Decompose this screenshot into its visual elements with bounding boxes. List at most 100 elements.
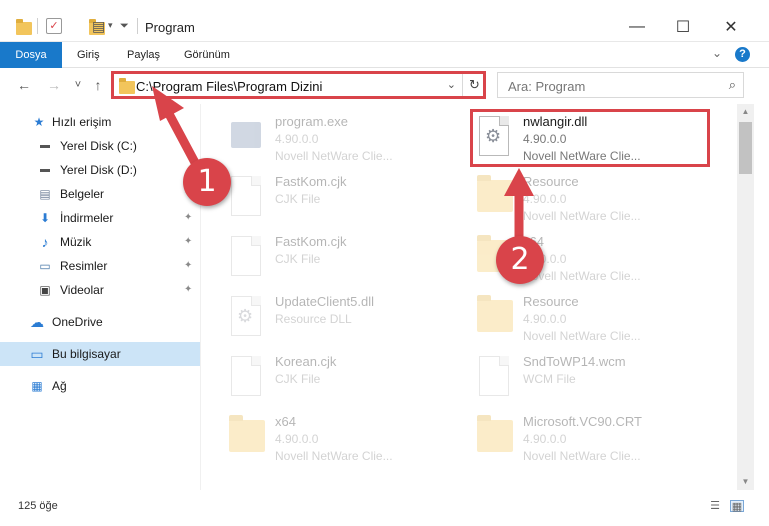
document-file-icon <box>227 174 267 220</box>
folder-item[interactable]: x64 4.90.0.0 Novell NetWare Clie... <box>227 408 477 464</box>
file-type: WCM File <box>523 372 576 386</box>
file-version: 4.90.0.0 <box>523 432 567 446</box>
help-icon[interactable]: ? <box>735 47 750 62</box>
scroll-up-icon[interactable]: ▲ <box>737 104 754 120</box>
file-item[interactable]: program.exe 4.90.0.0 Novell NetWare Clie… <box>227 108 477 164</box>
file-description: Novell NetWare Clie... <box>275 449 393 463</box>
file-name: Resource <box>523 294 579 309</box>
file-version: 4.90.0.0 <box>523 192 567 206</box>
file-description: Novell NetWare Clie... <box>523 449 641 463</box>
refresh-button[interactable]: ↻ <box>464 72 486 98</box>
file-type: CJK File <box>275 252 321 266</box>
drive-icon: ▬ <box>40 140 50 151</box>
sidebar-item-downloads[interactable]: ⬇ İndirmeler ✦ <box>0 206 200 230</box>
file-version: 4.90.0.0 <box>523 312 567 326</box>
sidebar-item-this-pc[interactable]: ▭ Bu bilgisayar <box>0 342 200 366</box>
item-count: 125 öğe <box>18 500 58 512</box>
file-version: 4.90.0.0 <box>275 432 319 446</box>
exe-file-icon <box>227 114 267 160</box>
maximize-button[interactable]: ☐ <box>660 12 706 42</box>
sidebar-item-network[interactable]: ▦ Ağ <box>0 374 200 398</box>
tab-file[interactable]: Dosya <box>0 42 62 68</box>
search-input[interactable]: Ara: Program <box>508 79 585 94</box>
file-version: 4.90.0.0 <box>275 132 319 146</box>
pin-icon: ✦ <box>184 284 193 295</box>
file-name: Korean.cjk <box>275 354 337 369</box>
sidebar-item-local-disk-d[interactable]: ▬ Yerel Disk (D:) <box>0 158 200 182</box>
collapse-ribbon-icon[interactable]: ⌄ <box>712 46 722 60</box>
tiles-view-icon[interactable]: ▦ <box>730 500 744 513</box>
file-name: Resource <box>523 174 579 189</box>
folder-icon <box>475 174 515 220</box>
separator <box>137 18 138 34</box>
file-type: Resource DLL <box>275 312 352 326</box>
sidebar-item-label: Ağ <box>52 379 67 393</box>
folder-icon <box>16 19 32 35</box>
status-bar: 125 öğe ☰ ▦ <box>0 492 769 526</box>
folder-icon <box>227 414 267 460</box>
sidebar-item-label: OneDrive <box>52 315 103 329</box>
folder-icon <box>119 78 135 94</box>
sidebar-item-onedrive[interactable]: ☁ OneDrive <box>0 310 200 334</box>
star-icon: ★ <box>33 115 45 129</box>
scroll-down-icon[interactable]: ▼ <box>737 474 754 490</box>
sidebar-item-documents[interactable]: ▤ Belgeler ✦ <box>0 182 200 206</box>
sidebar-item-videos[interactable]: ▣ Videolar ✦ <box>0 278 200 302</box>
music-icon: ♪ <box>41 234 49 250</box>
file-item[interactable]: SndToWP14.wcm WCM File <box>475 348 725 404</box>
file-item[interactable]: Korean.cjk CJK File <box>227 348 477 404</box>
file-item[interactable]: FastKom.cjk CJK File <box>227 168 477 224</box>
file-name: UpdateClient5.dll <box>275 294 375 309</box>
chevron-down-icon[interactable]: ⌄ <box>447 78 456 91</box>
sidebar-item-label: Hızlı erişim <box>52 115 112 129</box>
pictures-icon: ▭ <box>39 259 51 273</box>
file-type: CJK File <box>275 192 321 206</box>
folder-item[interactable]: Microsoft.VC90.CRT 4.90.0.0 Novell NetWa… <box>475 408 725 464</box>
sidebar-item-music[interactable]: ♪ Müzik ✦ <box>0 230 200 254</box>
sidebar-item-label: Belgeler <box>60 187 105 201</box>
back-button[interactable]: ← <box>14 75 34 95</box>
tab-view[interactable]: Görünüm <box>184 42 230 68</box>
tab-home[interactable]: Giriş <box>77 42 100 68</box>
title-bar: ✓ ▤ ▾ ⏷ Program — ☐ ✕ <box>0 0 769 42</box>
window-title: Program <box>145 20 195 35</box>
vertical-scrollbar[interactable]: ▲ ▼ <box>737 104 754 490</box>
properties-icon[interactable]: ✓ <box>46 18 62 34</box>
close-button[interactable]: ✕ <box>708 12 754 42</box>
details-view-icon[interactable]: ☰ <box>708 500 722 512</box>
chevron-down-icon[interactable]: ▾ <box>108 20 113 36</box>
scroll-thumb[interactable] <box>739 122 752 174</box>
search-icon[interactable]: ⌕ <box>729 77 736 93</box>
step-badge-2: 2 <box>496 236 544 284</box>
search-box[interactable]: Ara: Program ⌕ <box>497 72 744 98</box>
sidebar-item-label: Resimler <box>60 259 108 273</box>
address-bar[interactable]: C:\Program Files\Program Dizini ⌄ <box>111 72 463 98</box>
cloud-icon: ☁ <box>30 314 44 330</box>
qat-dropdown-icon[interactable]: ⏷ <box>120 20 129 36</box>
customize-qat-icon[interactable]: ▤ <box>92 18 108 34</box>
document-file-icon <box>227 354 267 400</box>
forward-button[interactable]: → <box>44 75 64 95</box>
sidebar-item-label: Yerel Disk (D:) <box>60 163 137 177</box>
minimize-button[interactable]: — <box>614 12 660 42</box>
recent-locations-button[interactable]: ˅ <box>68 75 88 95</box>
sidebar-item-local-disk-c[interactable]: ▬ Yerel Disk (C:) <box>0 134 200 158</box>
address-path[interactable]: C:\Program Files\Program Dizini <box>136 79 322 94</box>
pin-icon: ✦ <box>184 212 193 223</box>
file-item[interactable]: FastKom.cjk CJK File <box>227 228 477 284</box>
folder-item[interactable]: Resource 4.90.0.0 Novell NetWare Clie... <box>475 288 725 344</box>
folder-item[interactable]: Resource 4.90.0.0 Novell NetWare Clie... <box>475 168 725 224</box>
up-button[interactable]: ↑ <box>88 75 108 95</box>
file-name: FastKom.cjk <box>275 174 347 189</box>
drive-icon: ▬ <box>40 164 50 175</box>
sidebar-item-pictures[interactable]: ▭ Resimler ✦ <box>0 254 200 278</box>
network-icon: ▦ <box>31 379 43 393</box>
pin-icon: ✦ <box>184 260 193 271</box>
file-name: program.exe <box>275 114 348 129</box>
file-description: Novell NetWare Clie... <box>523 209 641 223</box>
sidebar-item-quick-access[interactable]: ★ Hızlı erişim <box>0 110 200 134</box>
file-item[interactable]: ⚙ UpdateClient5.dll Resource DLL <box>227 288 477 344</box>
separator <box>37 18 38 34</box>
tab-share[interactable]: Paylaş <box>127 42 160 68</box>
folder-icon <box>475 414 515 460</box>
